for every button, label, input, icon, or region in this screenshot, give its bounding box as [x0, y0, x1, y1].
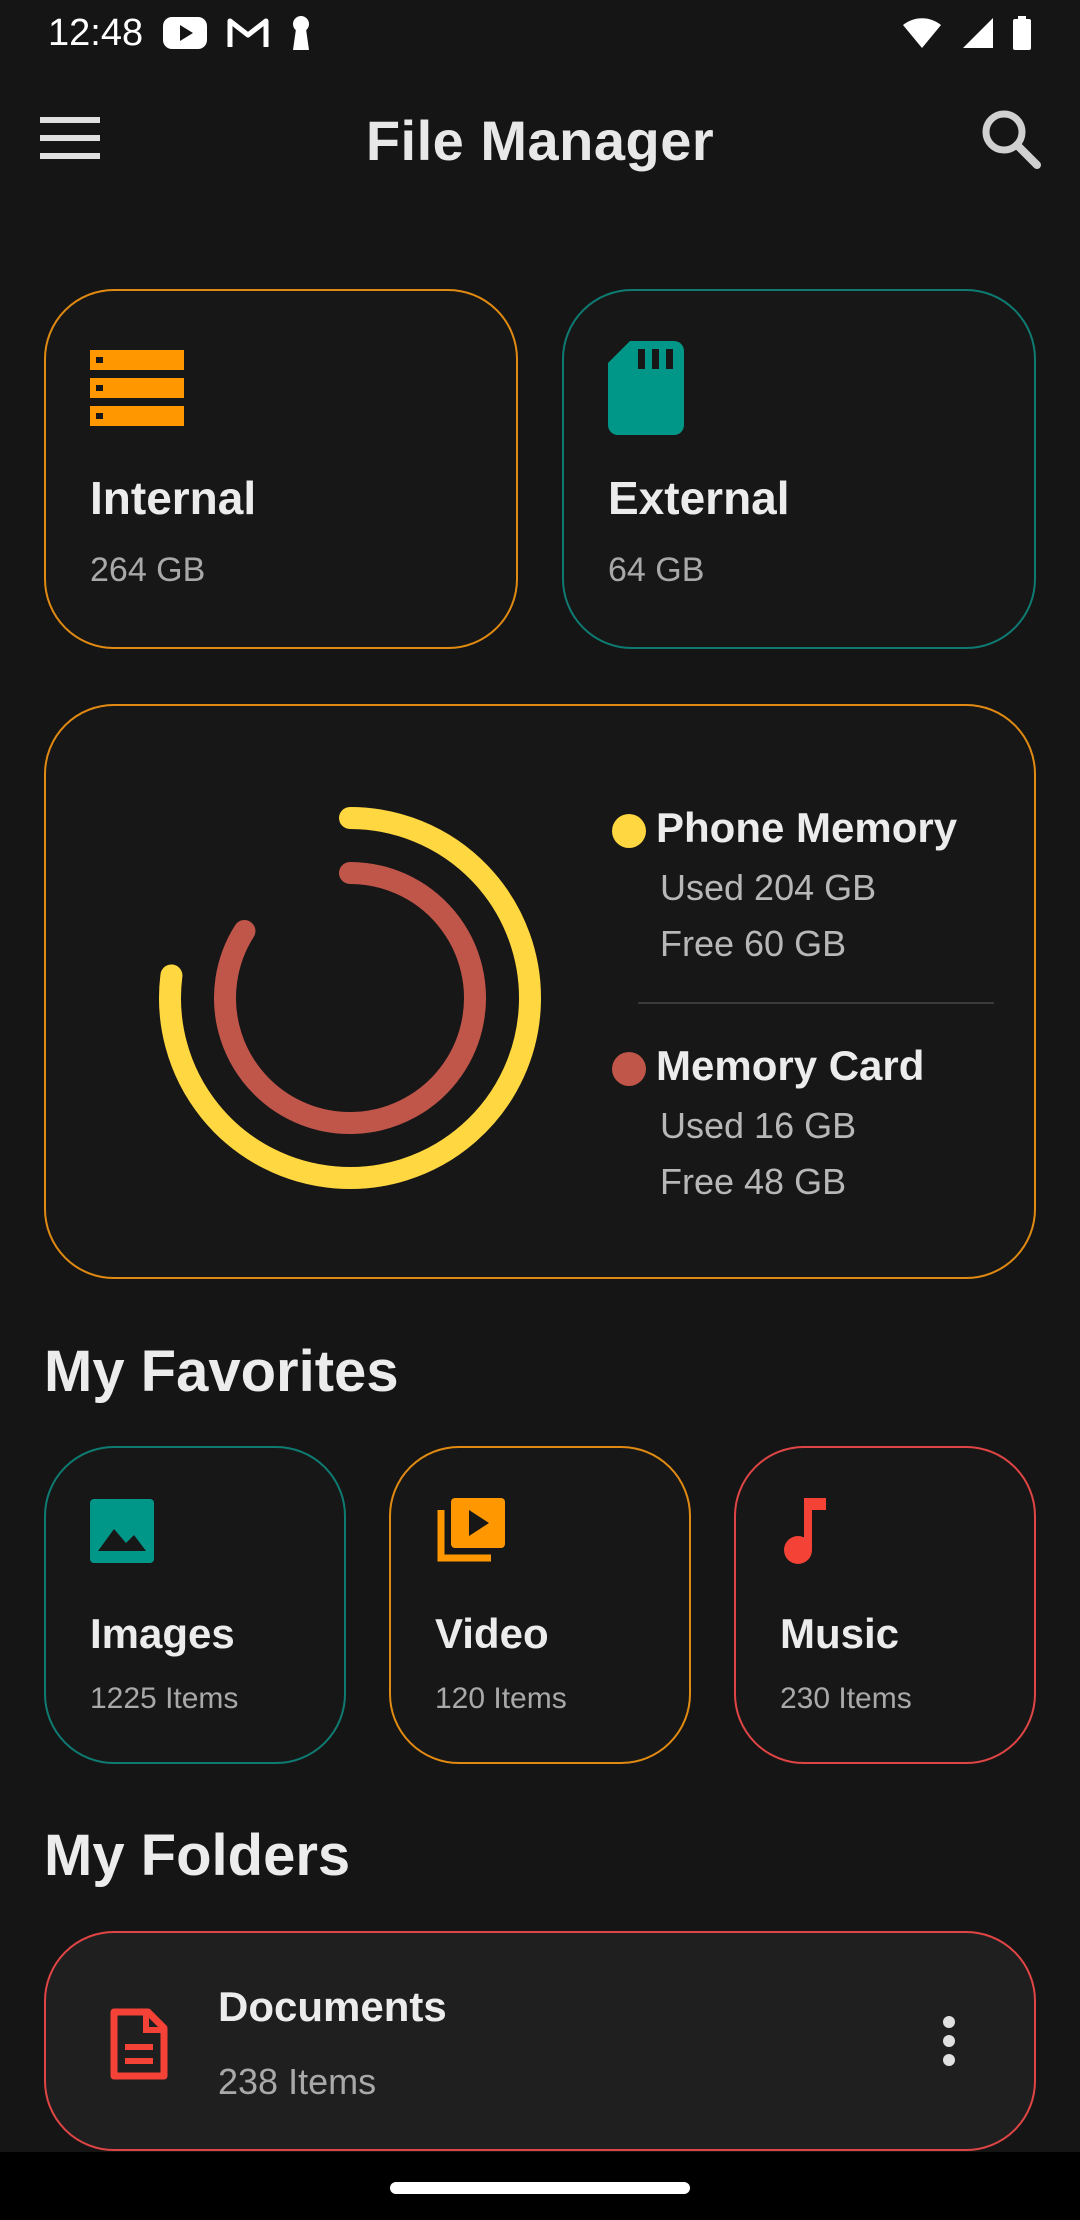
internal-storage-card[interactable]: Internal 264 GB: [44, 289, 518, 649]
system-navigation-bar: [0, 2152, 1080, 2220]
storage-name: Internal: [90, 472, 257, 524]
favorite-count: 1225 Items: [90, 1682, 239, 1715]
usage-legend: Phone Memory Used 204 GB Free 60 GB Memo…: [586, 796, 1006, 1210]
favorite-name: Video: [435, 1610, 549, 1657]
legend-title: Phone Memory: [656, 804, 958, 851]
storage-icon: [90, 341, 472, 435]
external-storage-card[interactable]: External 64 GB: [562, 289, 1036, 649]
youtube-icon: [163, 17, 208, 49]
storage-usage-card: Phone Memory Used 204 GB Free 60 GB Memo…: [44, 704, 1036, 1279]
folder-count: 238 Items: [218, 2061, 377, 2102]
legend-used: Used 204 GB: [660, 867, 877, 908]
app-bar: File Manager: [0, 80, 1080, 200]
folder-name: Documents: [218, 1983, 447, 2030]
favorite-images-card[interactable]: Images 1225 Items: [44, 1446, 346, 1764]
favorite-count: 120 Items: [435, 1682, 567, 1715]
favorites-section-title: My Favorites: [44, 1339, 399, 1404]
gmail-icon: [227, 17, 269, 49]
status-time: 12:48: [48, 11, 144, 54]
memory-card-legend: Memory Card Used 16 GB Free 48 GB: [586, 1034, 1006, 1210]
search-button[interactable]: [970, 104, 1050, 176]
document-icon: [102, 2007, 176, 2081]
image-icon: [90, 1494, 300, 1568]
divider: [638, 1002, 994, 1004]
phone-memory-dot: [612, 814, 646, 848]
cellular-signal-icon: [960, 17, 994, 49]
phone-memory-legend: Phone Memory Used 204 GB Free 60 GB: [586, 796, 1006, 972]
memory-card-dot: [612, 1052, 646, 1086]
memory-card-ring: [214, 862, 486, 1134]
usage-rings: [150, 798, 550, 1198]
wifi-icon: [902, 17, 942, 49]
storage-size: 64 GB: [608, 551, 705, 589]
battery-icon: [1012, 16, 1032, 50]
folder-documents-card[interactable]: Documents 238 Items: [44, 1931, 1036, 2151]
legend-free: Free 48 GB: [660, 1161, 847, 1202]
folder-more-button[interactable]: [924, 2003, 974, 2083]
legend-free: Free 60 GB: [660, 923, 847, 964]
menu-icon: [38, 115, 102, 166]
sd-card-icon: [608, 341, 990, 435]
favorite-name: Music: [780, 1610, 900, 1657]
video-library-icon: [435, 1494, 645, 1568]
page-title: File Manager: [365, 108, 715, 172]
home-handle[interactable]: [390, 2182, 690, 2194]
legend-title: Memory Card: [656, 1042, 925, 1089]
music-note-icon: [780, 1494, 990, 1568]
menu-button[interactable]: [38, 110, 118, 170]
favorite-name: Images: [90, 1610, 235, 1657]
search-icon: [978, 106, 1042, 175]
favorite-video-card[interactable]: Video 120 Items: [389, 1446, 691, 1764]
favorite-count: 230 Items: [780, 1682, 912, 1715]
storage-name: External: [608, 472, 790, 524]
more-vert-icon: [942, 2015, 956, 2071]
folders-section-title: My Folders: [44, 1823, 351, 1888]
keyhole-icon: [289, 15, 313, 51]
status-bar: 12:48: [0, 0, 1080, 66]
favorite-music-card[interactable]: Music 230 Items: [734, 1446, 1036, 1764]
legend-used: Used 16 GB: [660, 1105, 857, 1146]
storage-size: 264 GB: [90, 551, 206, 589]
